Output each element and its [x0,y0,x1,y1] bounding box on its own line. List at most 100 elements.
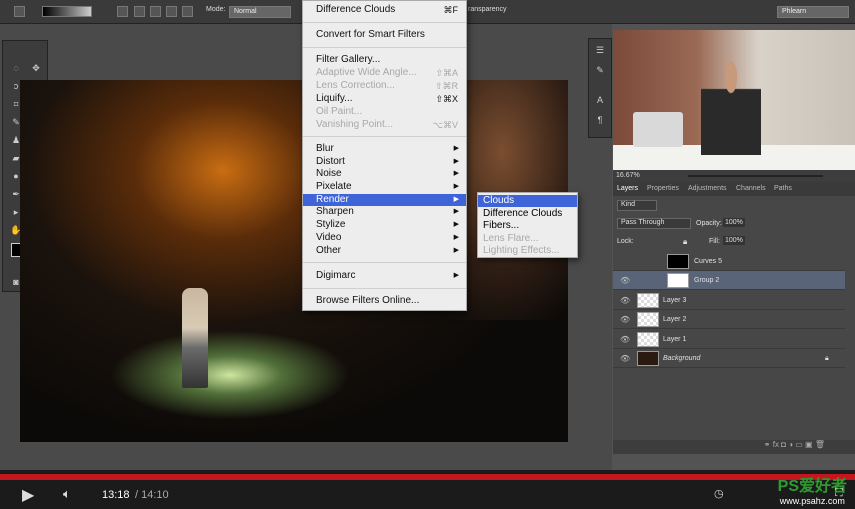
submenu-item-clouds[interactable]: Clouds [478,195,577,207]
menu-item-label: Video [316,232,342,243]
lock-label: Lock: [617,238,634,245]
blend-mode-select[interactable]: Pass Through [617,218,691,229]
radial-gradient-button[interactable] [134,6,145,17]
fullscreen-icon[interactable]: ⛶ [835,487,843,500]
document-canvas[interactable] [20,80,568,442]
submenu-arrow-icon: ▶ [453,221,459,228]
layer-thumbnail [637,351,659,366]
menu-item-lens-correction[interactable]: Lens Correction... ⇧⌘R [303,80,466,92]
volume-icon[interactable]: 🔈︎ [63,486,71,502]
menu-item-digimarc[interactable]: Digimarc ▶ [303,270,466,282]
submenu-item-lens-flare[interactable]: Lens Flare... [478,233,577,245]
layer-row[interactable]: 👁︎ Group 2 [613,271,845,291]
mode-select[interactable]: Normal [229,6,291,18]
menu-item-oil-paint[interactable]: Oil Paint... [303,106,466,118]
submenu-item-lighting-effects[interactable]: Lighting Effects... [478,245,577,257]
menu-item-noise[interactable]: Noise ▶ [303,168,466,180]
play-icon[interactable]: ▶ [22,485,34,505]
layer-row[interactable]: Curves 5 [613,252,845,271]
move-tool-icon[interactable]: ✥ [29,63,43,75]
layer-row[interactable]: 👁︎ Background 🔒︎ [613,349,845,368]
menu-item-label: Digimarc [316,270,356,281]
menu-item-vanishing-point[interactable]: Vanishing Point... ⌥⌘V [303,119,466,131]
menu-item-stylize[interactable]: Stylize ▶ [303,219,466,231]
tab-layers[interactable]: Layers [617,185,638,192]
adjustments-icon[interactable]: ☰ [593,45,607,57]
menu-item-label: Convert for Smart Filters [316,29,425,40]
layer-row[interactable]: 👁︎ Layer 3 [613,291,845,310]
paragraph-icon[interactable]: ¶ [593,115,607,127]
layer-name: Layer 1 [663,335,687,343]
zoom-level[interactable]: 16.67% [616,172,640,179]
visibility-eye-icon[interactable]: 👁︎ [620,335,630,344]
light-glow-image [110,330,350,420]
layers-panel: Layers Properties Adjustments Channels Paths… [613,182,855,454]
reflected-gradient-button[interactable] [166,6,177,17]
opacity-input[interactable]: 100% [723,218,745,227]
layer-row[interactable]: 👁︎ Layer 1 [613,330,845,349]
tab-properties[interactable]: Properties [647,185,679,192]
menu-item-render[interactable]: Render ▶ [303,194,466,206]
watch-later-icon[interactable]: ◷ [714,487,724,500]
submenu-arrow-icon: ▶ [453,158,459,165]
submenu-arrow-icon: ▶ [453,145,459,152]
progress-played[interactable] [0,474,855,480]
gradient-picker[interactable] [42,6,92,17]
person-image [182,288,208,388]
navigator-bar: 16.67% [613,170,855,182]
angle-gradient-button[interactable] [150,6,161,17]
menu-item-adaptive-wide-angle[interactable]: Adaptive Wide Angle... ⇧⌘A [303,67,466,79]
menu-item-label: Sharpen [316,206,354,217]
visibility-eye-icon[interactable]: 👁︎ [620,296,630,305]
menu-item-liquify[interactable]: Liquify... ⇧⌘X [303,93,466,105]
layer-row[interactable]: 👁︎ Layer 2 [613,310,845,330]
visibility-eye-icon[interactable]: 👁︎ [620,354,630,363]
visibility-eye-icon[interactable]: 👁︎ [620,315,630,324]
menu-item-sharpen[interactable]: Sharpen ▶ [303,206,466,218]
menu-item-label: Render [316,194,349,205]
visibility-eye-icon[interactable]: 👁︎ [620,276,630,285]
gradient-tool-preset-icon[interactable] [14,6,25,17]
menu-item-filter-gallery[interactable]: Filter Gallery... [303,54,466,66]
layer-name: Background [663,355,701,362]
tab-adjustments[interactable]: Adjustments [688,185,727,192]
menu-item-label: Stylize [316,219,346,230]
mode-label: Mode: [206,6,226,13]
menu-item-label: Other [316,245,342,256]
layer-actions-icons[interactable]: ⚭ fx ◘ ◑ ▭ ▣ 🗑︎ [764,440,825,449]
transparency-label[interactable]: ransparency [468,6,507,13]
workspace-select[interactable]: Phlearn [777,6,849,18]
fill-input[interactable]: 100% [723,236,745,245]
video-player-controls: ▶ 🔈︎ 13:18 / 14:10 ◷ PS爱好者 www.psahz.com… [0,470,855,509]
panel-tabs: Layers Properties Adjustments Channels Paths [613,182,855,196]
tab-channels[interactable]: Channels [736,185,766,192]
menu-item-blur[interactable]: Blur ▶ [303,143,466,155]
lock-icon[interactable]: 🔒︎ [683,237,687,247]
submenu-item-difference-clouds[interactable]: Difference Clouds [478,208,577,220]
submenu-arrow-icon: ▶ [453,208,459,215]
menu-item-browse-filters-online[interactable]: Browse Filters Online... [303,295,466,307]
character-icon[interactable]: A [593,95,607,107]
menu-item-pixelate[interactable]: Pixelate ▶ [303,181,466,193]
tab-paths[interactable]: Paths [774,185,792,192]
menu-item-convert-for-smart-filters[interactable]: Convert for Smart Filters [303,29,466,41]
opacity-label: Opacity: [696,220,722,227]
menu-item-label: Noise [316,168,342,179]
menu-separator [303,262,466,263]
menu-item-distort[interactable]: Distort ▶ [303,156,466,168]
submenu-arrow-icon: ▶ [453,247,459,254]
linear-gradient-button[interactable] [117,6,128,17]
layers-panel-footer: ⚭ fx ◘ ◑ ▭ ▣ 🗑︎ [613,440,855,454]
menu-item-label: Filter Gallery... [316,54,381,65]
menu-item-other[interactable]: Other ▶ [303,245,466,257]
presenter-video-inset [613,30,855,170]
menu-item-difference-clouds[interactable]: Difference Clouds ⌘F [303,4,466,16]
diamond-gradient-button[interactable] [182,6,193,17]
submenu-arrow-icon: ▶ [453,272,459,279]
submenu-item-fibers[interactable]: Fibers... [478,220,577,232]
brush-presets-icon[interactable]: ✎ [593,65,607,77]
menu-item-video[interactable]: Video ▶ [303,232,466,244]
zoom-slider[interactable] [688,175,823,177]
filter-kind-select[interactable]: Kind [617,200,657,211]
marquee-tool-icon[interactable]: ◌ [9,63,23,75]
